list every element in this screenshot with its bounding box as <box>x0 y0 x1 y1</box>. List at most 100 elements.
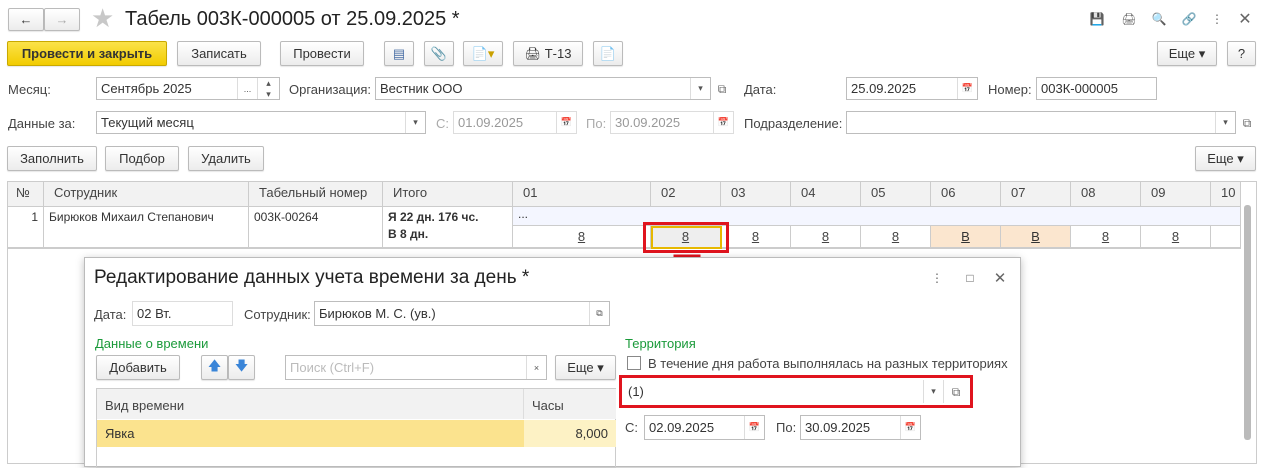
header-day-01[interactable]: 01 <box>513 182 651 207</box>
help-button[interactable]: ? <box>1227 41 1256 66</box>
document-list-icon[interactable]: ▤ <box>384 41 414 66</box>
add-button[interactable]: Добавить <box>96 355 180 380</box>
day-cell-05[interactable]: 8 <box>861 226 931 248</box>
save-icon[interactable]: 💾 <box>1088 10 1106 28</box>
more-button[interactable]: Еще ▾ <box>1157 41 1217 66</box>
dialog-more-button[interactable]: Еще ▾ <box>555 355 616 380</box>
org-field[interactable]: Вестник ООО ▾ <box>375 77 711 100</box>
select-button[interactable]: Подбор <box>105 146 179 171</box>
report-icon[interactable]: 📄 <box>593 41 623 66</box>
attach-icon[interactable]: 📎 <box>424 41 454 66</box>
open-icon[interactable]: ⧉ <box>1238 114 1256 132</box>
from-field[interactable]: 01.09.2025 📅 <box>453 111 577 134</box>
more-label: Еще <box>1168 46 1196 61</box>
calendar-icon[interactable]: 📅 <box>900 416 920 439</box>
open-icon[interactable]: ⧉ <box>948 384 964 400</box>
delete-button[interactable]: Удалить <box>188 146 264 171</box>
header-num[interactable]: № <box>8 182 44 207</box>
header-day-07[interactable]: 07 <box>1001 182 1071 207</box>
header-total[interactable]: Итого <box>383 182 513 207</box>
dialog-employee-field[interactable]: Бирюков М. С. (ув.) ⧉ <box>314 301 610 326</box>
row-dots[interactable]: ... <box>513 207 1241 226</box>
move-down-icon[interactable]: 🡇 <box>228 355 255 380</box>
link-icon[interactable]: 🔗 <box>1180 10 1198 28</box>
multi-territory-checkbox[interactable] <box>627 356 641 370</box>
month-spin[interactable]: ▴ ▾ <box>257 78 279 99</box>
dept-field[interactable]: ▾ <box>846 111 1236 134</box>
header-day-10[interactable]: 10 <box>1211 182 1241 207</box>
multi-territory-label: В течение дня работа выполнялась на разн… <box>648 356 1008 371</box>
territory-to-field[interactable]: 30.09.2025 📅 <box>800 415 921 440</box>
header-day-04[interactable]: 04 <box>791 182 861 207</box>
dropdown-icon[interactable]: ▾ <box>405 112 425 133</box>
post-and-close-button[interactable]: Провести и закрыть <box>7 41 167 66</box>
post-button[interactable]: Провести <box>280 41 364 66</box>
star-icon[interactable]: ★ <box>91 3 114 34</box>
territory-from-field[interactable]: 02.09.2025 📅 <box>644 415 765 440</box>
month-select-button[interactable]: ... <box>237 78 257 99</box>
open-icon[interactable]: ⧉ <box>713 80 731 98</box>
dept-label: Подразделение: <box>744 116 843 131</box>
dialog-menu-icon[interactable]: ⋮ <box>929 270 945 286</box>
header-day-08[interactable]: 08 <box>1071 182 1141 207</box>
to-field[interactable]: 30.09.2025 📅 <box>610 111 734 134</box>
dropdown-icon[interactable]: ▾ <box>923 380 943 403</box>
day-cell-03[interactable]: 8 <box>721 226 791 248</box>
menu-icon[interactable]: ⋮ <box>1208 10 1226 28</box>
print-icon[interactable]: 🖨 <box>1120 10 1138 28</box>
calendar-icon[interactable]: 📅 <box>957 78 977 99</box>
calendar-icon[interactable]: 📅 <box>556 112 576 133</box>
number-field[interactable]: 003К-000005 <box>1036 77 1157 100</box>
dropdown-icon[interactable]: ▾ <box>690 78 710 99</box>
territory-field[interactable]: (1) ▾ <box>624 380 944 403</box>
print-t13-button[interactable]: 🖨 Т-13 <box>513 41 583 66</box>
day-cell-09[interactable]: 8 <box>1141 226 1211 248</box>
row-employee[interactable]: Бирюков Михаил Степанович <box>44 207 249 248</box>
day-cell-01[interactable]: 8 <box>513 226 651 248</box>
table-more-button[interactable]: Еще ▾ <box>1195 146 1256 171</box>
dialog-date-value: 02 Вт. <box>137 306 172 321</box>
open-icon[interactable]: ⧉ <box>589 302 609 325</box>
day-cell-10[interactable] <box>1211 226 1241 248</box>
row-type[interactable]: Явка <box>97 420 524 447</box>
to-value: 30.09.2025 <box>615 115 681 130</box>
org-label: Организация: <box>289 82 372 97</box>
row-tab-number[interactable]: 003К-00264 <box>249 207 383 248</box>
date-field[interactable]: 25.09.2025 📅 <box>846 77 978 100</box>
data-for-field[interactable]: Текущий месяц ▾ <box>96 111 426 134</box>
header-day-06[interactable]: 06 <box>931 182 1001 207</box>
to-label: По: <box>586 116 607 131</box>
search-input[interactable]: Поиск (Ctrl+F) × <box>285 355 547 380</box>
day-cell-06[interactable]: В <box>931 226 1001 248</box>
month-field[interactable]: Сентябрь 2025 ▴ ▾... <box>96 77 280 100</box>
dropdown-icon[interactable]: ▾ <box>1215 112 1235 133</box>
territory-section-title: Территория <box>625 336 696 351</box>
calendar-icon[interactable]: 📅 <box>713 112 733 133</box>
calendar-icon[interactable]: 📅 <box>744 416 764 439</box>
create-based-icon[interactable]: 📄▾ <box>463 41 503 66</box>
preview-icon[interactable]: 🔍 <box>1150 10 1168 28</box>
scrollbar[interactable] <box>1244 205 1251 440</box>
fill-button[interactable]: Заполнить <box>7 146 97 171</box>
row-num[interactable]: 1 <box>8 207 44 248</box>
page-title: Табель 003К-000005 от 25.09.2025 * <box>125 8 460 30</box>
header-day-05[interactable]: 05 <box>861 182 931 207</box>
back-button[interactable]: ← <box>8 8 44 31</box>
header-day-03[interactable]: 03 <box>721 182 791 207</box>
move-up-icon[interactable]: 🡅 <box>201 355 228 380</box>
close-icon[interactable]: ✕ <box>1236 10 1254 28</box>
save-button[interactable]: Записать <box>177 41 261 66</box>
header-tab-number[interactable]: Табельный номер <box>249 182 383 207</box>
row-hours[interactable]: 8,000 <box>524 420 616 447</box>
dialog-close-icon[interactable]: ✕ <box>992 270 1008 287</box>
clear-search-icon[interactable]: × <box>526 356 546 379</box>
forward-button[interactable]: → <box>44 8 80 31</box>
day-cell-07[interactable]: В <box>1001 226 1071 248</box>
day-cell-04[interactable]: 8 <box>791 226 861 248</box>
day-cell-08[interactable]: 8 <box>1071 226 1141 248</box>
header-day-02[interactable]: 02 <box>651 182 721 207</box>
header-employee[interactable]: Сотрудник <box>44 182 249 207</box>
maximize-icon[interactable]: □ <box>962 270 978 286</box>
header-day-09[interactable]: 09 <box>1141 182 1211 207</box>
dialog-date-field[interactable]: 02 Вт. <box>132 301 233 326</box>
